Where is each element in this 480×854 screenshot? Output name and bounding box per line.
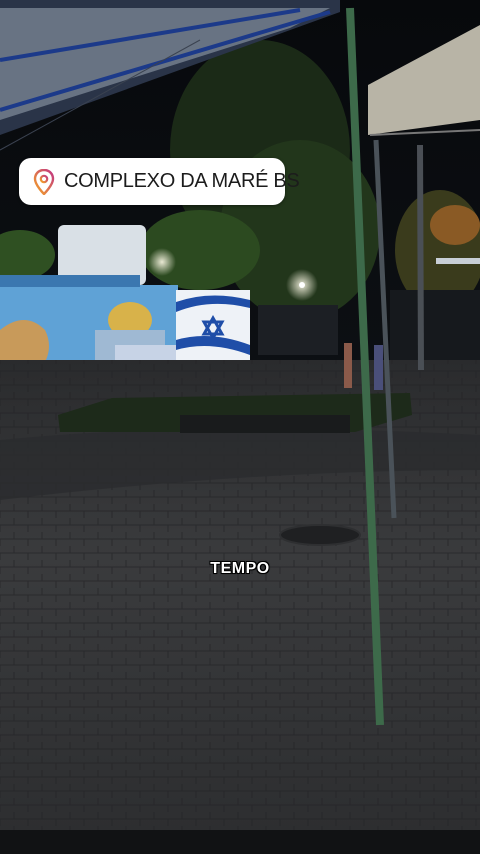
caption-text: TEMPO xyxy=(210,560,270,577)
location-pin-icon xyxy=(33,168,55,195)
location-label: COMPLEXO DA MARÉ BS xyxy=(64,170,300,192)
location-sticker[interactable]: COMPLEXO DA MARÉ BS xyxy=(19,158,300,205)
night-street-photo xyxy=(0,0,480,854)
